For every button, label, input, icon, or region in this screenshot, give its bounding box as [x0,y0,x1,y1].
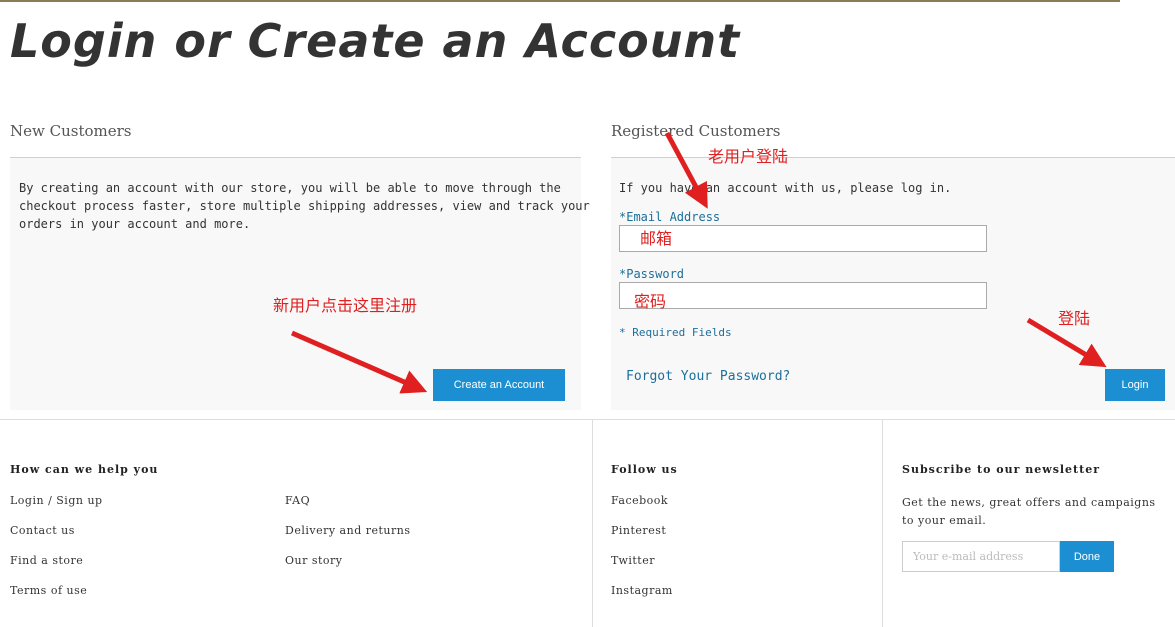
footer-link-faq[interactable]: FAQ [285,494,310,507]
page-title: Login or Create an Account [10,14,741,68]
footer-link-twitter[interactable]: Twitter [611,554,655,567]
newsletter-done-button[interactable]: Done [1060,541,1114,572]
annotation-password: 密码 [634,292,667,311]
footer-newsletter-heading: Subscribe to our newsletter [902,463,1101,476]
footer-link-pinterest[interactable]: Pinterest [611,524,666,537]
footer-link-login-signup[interactable]: Login / Sign up [10,494,103,507]
top-divider [0,0,1120,2]
newsletter-email-input[interactable] [902,541,1060,572]
annotation-old-user: 老用户登陆 [708,147,789,166]
footer-link-facebook[interactable]: Facebook [611,494,668,507]
footer-link-our-story[interactable]: Our story [285,554,343,567]
create-account-button[interactable]: Create an Account [433,369,565,401]
password-label: *Password [619,267,685,281]
footer-link-delivery[interactable]: Delivery and returns [285,524,411,537]
registered-customers-heading: Registered Customers [611,122,781,140]
annotation-new-user: 新用户点击这里注册 [273,296,418,315]
footer-link-contact[interactable]: Contact us [10,524,75,537]
email-label: *Email Address [619,210,721,224]
newsletter-description: Get the news, great offers and campaigns… [902,496,1156,527]
new-customers-description-line-1: By creating an account with our store, y… [19,181,561,195]
email-input[interactable] [619,225,987,252]
annotation-email: 邮箱 [640,229,673,248]
footer-divider [0,419,1175,420]
new-customers-description-line-2: checkout process faster, store multiple … [19,199,590,213]
new-customers-heading: New Customers [10,122,132,140]
password-input[interactable] [619,282,987,309]
footer-link-find-store[interactable]: Find a store [10,554,83,567]
forgot-password-link[interactable]: Forgot Your Password? [626,369,790,384]
required-fields-note: * Required Fields [619,326,732,339]
registered-intro: If you have an account with us, please l… [619,181,952,195]
footer-column-separator-1 [592,420,593,627]
footer-follow-heading: Follow us [611,463,678,476]
footer-link-instagram[interactable]: Instagram [611,584,673,597]
footer-help-heading: How can we help you [10,463,159,476]
footer-column-separator-2 [882,420,883,627]
login-button[interactable]: Login [1105,369,1165,401]
annotation-login: 登陆 [1058,309,1091,328]
new-customers-description-line-3: orders in your account and more. [19,217,251,231]
footer-link-terms[interactable]: Terms of use [10,584,87,597]
